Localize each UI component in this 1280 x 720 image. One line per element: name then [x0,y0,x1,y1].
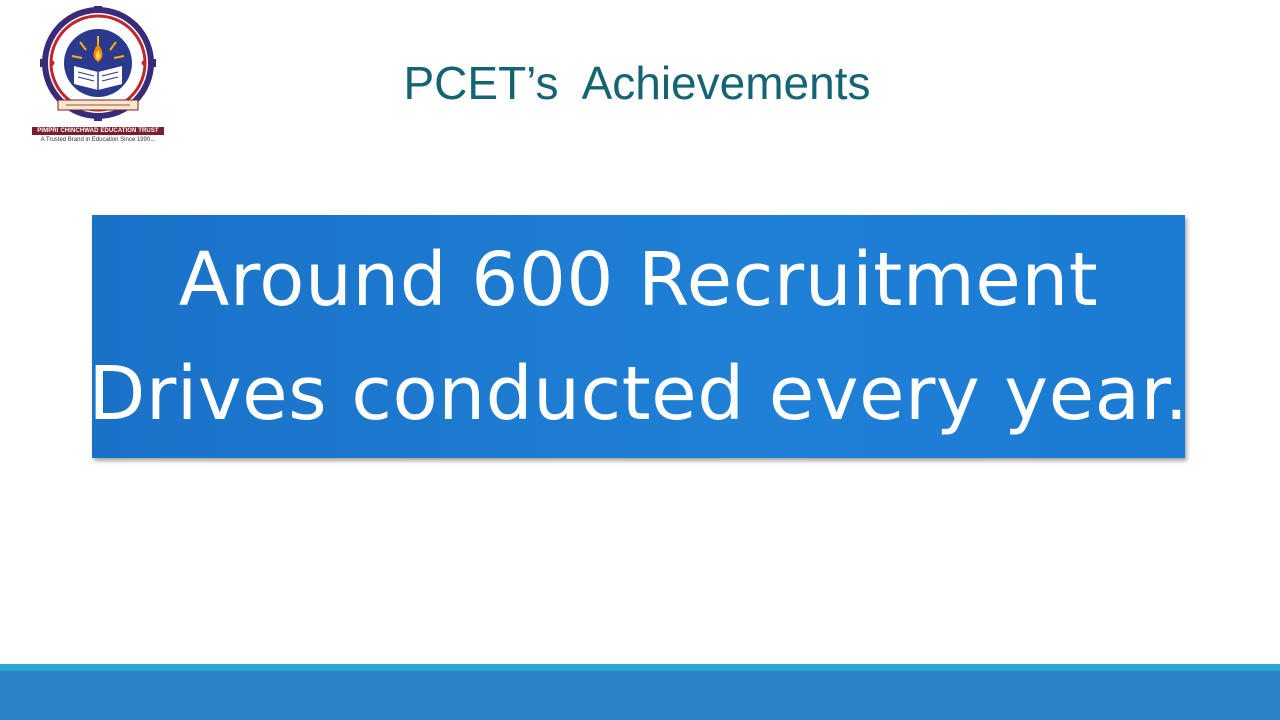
logo-org-name: PIMPRI CHINCHWAD EDUCATION TRUST [32,127,164,135]
logo-tagline: A Trusted Brand in Education Since 1990.… [40,137,156,143]
footer-accent-stripe [0,664,1280,671]
achievement-callout: Around 600 Recruitment Drives conducted … [88,215,1188,458]
callout-line-1: Around 600 Recruitment [178,236,1099,323]
callout-line-2: Drives conducted every year. [88,350,1189,437]
footer-bar [0,671,1280,720]
page-title: PCET’s Achievements [403,57,871,109]
slide: PIMPRI CHINCHWAD EDUCATION TRUST A Trust… [0,0,1280,720]
